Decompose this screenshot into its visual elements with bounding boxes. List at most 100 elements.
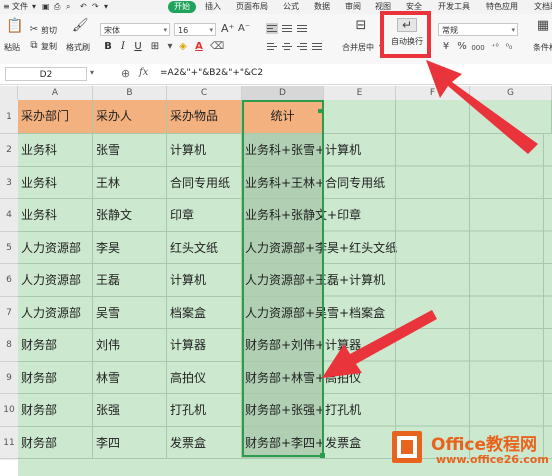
cell-a3[interactable]: 业务科 bbox=[18, 167, 93, 199]
cell-a10[interactable]: 财务部 bbox=[18, 394, 93, 427]
brush-icon[interactable]: 🖌 bbox=[72, 19, 89, 32]
cell-b11[interactable]: 李四 bbox=[93, 427, 167, 459]
borders-icon[interactable]: ⊞ bbox=[149, 41, 161, 53]
redo-icon[interactable]: ↷ bbox=[92, 1, 99, 13]
tab-developer[interactable]: 开发工具 bbox=[438, 1, 470, 13]
cell-b10[interactable]: 张强 bbox=[93, 394, 167, 427]
select-all-corner[interactable] bbox=[0, 86, 18, 100]
row-header-8[interactable]: 8 bbox=[0, 329, 18, 362]
header-cell-item[interactable]: 采办物品 bbox=[167, 100, 242, 134]
cell-b6[interactable]: 王磊 bbox=[93, 264, 167, 297]
tab-review[interactable]: 审阅 bbox=[345, 1, 361, 13]
copy-button[interactable]: 复制 bbox=[41, 41, 57, 52]
justify-icon[interactable] bbox=[311, 41, 323, 52]
row-header-6[interactable]: 6 bbox=[0, 264, 18, 297]
header-cell-buyer[interactable]: 采办人 bbox=[93, 100, 167, 134]
tab-page-layout[interactable]: 页面布局 bbox=[236, 1, 268, 13]
scissors-icon[interactable]: ✂ bbox=[29, 24, 39, 36]
cell[interactable] bbox=[396, 100, 470, 134]
menu-file[interactable]: 文件 bbox=[12, 1, 28, 13]
cell-b4[interactable]: 张静文 bbox=[93, 199, 167, 232]
column-header-f[interactable]: F bbox=[396, 86, 470, 100]
copy-icon[interactable]: ⧉ bbox=[29, 40, 39, 52]
fill-color-icon[interactable]: ◈ bbox=[177, 41, 189, 53]
percent-button[interactable]: % bbox=[456, 41, 468, 53]
column-header-a[interactable]: A bbox=[18, 86, 93, 100]
italic-button[interactable]: I bbox=[117, 41, 129, 53]
chevron-down-icon[interactable]: ▾ bbox=[32, 1, 36, 13]
column-header-d[interactable]: D bbox=[242, 86, 324, 100]
cell-c4[interactable]: 印章 bbox=[167, 199, 242, 232]
save-icon[interactable]: ▣ bbox=[42, 1, 50, 13]
paste-button[interactable]: 粘贴 bbox=[4, 42, 20, 53]
format-painter-button[interactable]: 格式刷 bbox=[66, 42, 90, 53]
cell-a9[interactable]: 财务部 bbox=[18, 362, 93, 394]
column-header-g[interactable]: G bbox=[470, 86, 552, 100]
cell-a4[interactable]: 业务科 bbox=[18, 199, 93, 232]
align-middle-icon[interactable] bbox=[281, 23, 293, 34]
formula-input[interactable]: =A2&"+"&B2&"+"&C2 bbox=[160, 68, 263, 78]
fx-button[interactable]: fx bbox=[139, 67, 148, 78]
merge-center-button[interactable]: 合并居中 bbox=[342, 42, 374, 53]
chevron-down-icon[interactable]: ▾ bbox=[90, 68, 94, 77]
tab-start[interactable]: 开始 bbox=[168, 1, 196, 13]
zoom-icon[interactable]: ⊕ bbox=[121, 67, 130, 80]
row-header-1[interactable]: 1 bbox=[0, 100, 18, 134]
cell-b3[interactable]: 王林 bbox=[93, 167, 167, 199]
cell-b7[interactable]: 吴雪 bbox=[93, 297, 167, 329]
column-header-b[interactable]: B bbox=[93, 86, 167, 100]
print-icon[interactable]: ⎙ bbox=[54, 1, 60, 13]
align-left-icon[interactable] bbox=[266, 41, 278, 52]
number-format-select[interactable]: 常规 ▾ bbox=[438, 23, 518, 36]
cell-a11[interactable]: 财务部 bbox=[18, 427, 93, 459]
cell-b5[interactable]: 李昊 bbox=[93, 232, 167, 264]
align-top-icon[interactable] bbox=[266, 23, 278, 34]
cell-a2[interactable]: 业务科 bbox=[18, 134, 93, 167]
cell-c3[interactable]: 合同专用纸 bbox=[167, 167, 242, 199]
increase-decimal-icon[interactable]: ⁺⁰ bbox=[489, 41, 501, 53]
fill-handle[interactable] bbox=[320, 453, 325, 458]
currency-icon[interactable]: ¥ bbox=[440, 41, 452, 53]
cell-c2[interactable]: 计算机 bbox=[167, 134, 242, 167]
row-header-4[interactable]: 4 bbox=[0, 199, 18, 232]
font-shrink-icon[interactable]: A⁻ bbox=[238, 23, 250, 35]
cell-b9[interactable]: 林雪 bbox=[93, 362, 167, 394]
cell-b8[interactable]: 刘伟 bbox=[93, 329, 167, 362]
cell-c8[interactable]: 计算器 bbox=[167, 329, 242, 362]
align-bottom-icon[interactable] bbox=[296, 23, 308, 34]
cell-a5[interactable]: 人力资源部 bbox=[18, 232, 93, 264]
font-size-select[interactable]: 16 ▾ bbox=[174, 23, 216, 36]
row-header-10[interactable]: 10 bbox=[0, 394, 18, 427]
name-box[interactable]: D2 bbox=[5, 67, 87, 81]
column-header-c[interactable]: C bbox=[167, 86, 242, 100]
row-header-2[interactable]: 2 bbox=[0, 134, 18, 167]
eraser-icon[interactable]: ⌫ bbox=[210, 41, 224, 53]
decrease-decimal-icon[interactable]: ⁰₀ bbox=[503, 41, 515, 53]
undo-icon[interactable]: ↶ bbox=[80, 1, 87, 13]
row-header-7[interactable]: 7 bbox=[0, 297, 18, 329]
cell-c11[interactable]: 发票盒 bbox=[167, 427, 242, 459]
row-header-3[interactable]: 3 bbox=[0, 167, 18, 199]
cell[interactable] bbox=[324, 100, 396, 134]
column-header-e[interactable]: E bbox=[324, 86, 396, 100]
align-center-icon[interactable] bbox=[281, 41, 293, 52]
cell-c5[interactable]: 红头文纸 bbox=[167, 232, 242, 264]
row-header-9[interactable]: 9 bbox=[0, 362, 18, 394]
cell-c9[interactable]: 高拍仪 bbox=[167, 362, 242, 394]
tab-insert[interactable]: 插入 bbox=[205, 1, 221, 13]
hamburger-icon[interactable]: ≡ bbox=[3, 1, 10, 13]
row-header-11[interactable]: 11 bbox=[0, 427, 18, 459]
header-cell-dept[interactable]: 采办部门 bbox=[18, 100, 93, 134]
underline-button[interactable]: U bbox=[132, 41, 144, 53]
tab-data[interactable]: 数据 bbox=[314, 1, 330, 13]
empty-cells[interactable] bbox=[324, 134, 552, 459]
cell[interactable] bbox=[470, 100, 552, 134]
font-name-select[interactable]: 宋体 ▾ bbox=[100, 23, 170, 36]
merge-center-icon[interactable]: ⊟ bbox=[353, 19, 369, 32]
row-header-5[interactable]: 5 bbox=[0, 232, 18, 264]
bold-button[interactable]: B bbox=[102, 41, 114, 53]
cell-a6[interactable]: 人力资源部 bbox=[18, 264, 93, 297]
conditional-format-button[interactable]: 条件格式 bbox=[533, 42, 552, 53]
tab-formulas[interactable]: 公式 bbox=[283, 1, 299, 13]
cell-c7[interactable]: 档案盒 bbox=[167, 297, 242, 329]
